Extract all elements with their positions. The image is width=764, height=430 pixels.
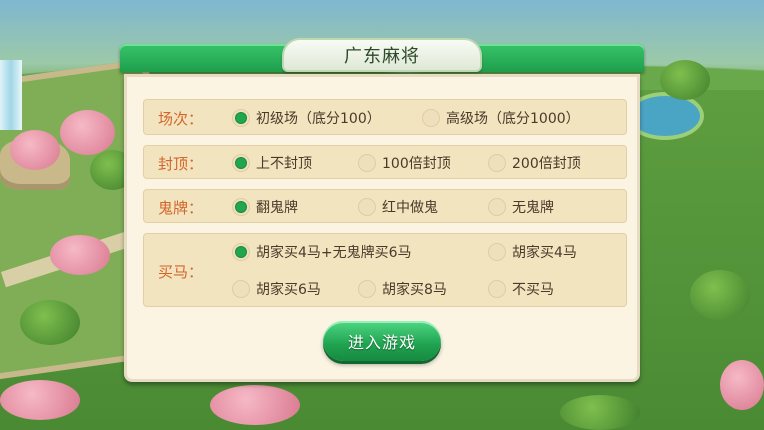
option-no-horse[interactable]: 不买马 [488, 279, 554, 299]
radio-unselected-icon [358, 154, 376, 172]
pink-tree [0, 380, 80, 420]
pink-tree [50, 235, 110, 275]
radio-unselected-icon [358, 280, 376, 298]
pink-tree [10, 130, 60, 170]
option-label: 100倍封顶 [382, 156, 451, 172]
green-tree [660, 60, 710, 100]
option-label: 胡家买8马 [382, 282, 447, 298]
radio-unselected-icon [488, 280, 506, 298]
option-label: 高级场（底分1000） [446, 111, 580, 127]
radio-unselected-icon [488, 198, 506, 216]
option-label: 初级场（底分100） [256, 111, 381, 127]
option-horse-4[interactable]: 胡家买4马 [488, 242, 577, 262]
option-red-dragon-ghost[interactable]: 红中做鬼 [358, 197, 438, 217]
option-label: 红中做鬼 [382, 200, 438, 216]
radio-unselected-icon [358, 198, 376, 216]
score-cap-label: 封顶： [158, 155, 204, 173]
option-label: 胡家买4马 [512, 245, 577, 261]
dialog-title: 广东麻将 [344, 46, 420, 67]
option-cap-200[interactable]: 200倍封顶 [488, 153, 581, 173]
pink-tree [720, 360, 764, 410]
option-advanced-room[interactable]: 高级场（底分1000） [422, 108, 580, 128]
option-label: 200倍封顶 [512, 156, 581, 172]
radio-unselected-icon [488, 243, 506, 261]
title-tab: 广东麻将 [282, 38, 482, 72]
score-cap-row: 封顶： 上不封顶 100倍封顶 200倍封顶 [143, 145, 627, 179]
dialog-body: 场次： 初级场（底分100） 高级场（底分1000） 封顶： 上不封顶 100倍… [124, 74, 640, 382]
option-horse-4-plus-6[interactable]: 胡家买4马+无鬼牌买6马 [232, 242, 412, 262]
pink-tree [60, 110, 115, 155]
option-horse-8[interactable]: 胡家买8马 [358, 279, 447, 299]
room-level-row: 场次： 初级场（底分100） 高级场（底分1000） [143, 99, 627, 135]
option-label: 胡家买6马 [256, 282, 321, 298]
buy-horse-row: 买马： 胡家买4马+无鬼牌买6马 胡家买4马 胡家买6马 胡家买8马 不买马 [143, 233, 627, 307]
ghost-tile-label: 鬼牌： [158, 199, 204, 217]
waterfall [0, 60, 22, 130]
option-no-ghost[interactable]: 无鬼牌 [488, 197, 554, 217]
option-label: 胡家买4马+无鬼牌买6马 [256, 245, 412, 261]
option-label: 无鬼牌 [512, 200, 554, 216]
green-tree [20, 300, 80, 345]
green-tree [560, 395, 640, 430]
green-tree [690, 270, 750, 320]
option-cap-100[interactable]: 100倍封顶 [358, 153, 451, 173]
radio-unselected-icon [488, 154, 506, 172]
radio-unselected-icon [232, 280, 250, 298]
pink-tree [210, 385, 300, 425]
option-flip-ghost[interactable]: 翻鬼牌 [232, 197, 298, 217]
option-label: 翻鬼牌 [256, 200, 298, 216]
radio-selected-icon [232, 198, 250, 216]
room-level-label: 场次： [158, 110, 204, 128]
option-label: 不买马 [512, 282, 554, 298]
radio-selected-icon [232, 109, 250, 127]
option-label: 上不封顶 [256, 156, 312, 172]
option-beginner-room[interactable]: 初级场（底分100） [232, 108, 381, 128]
radio-unselected-icon [422, 109, 440, 127]
enter-game-button[interactable]: 进入游戏 [323, 321, 441, 361]
radio-selected-icon [232, 243, 250, 261]
option-horse-6[interactable]: 胡家买6马 [232, 279, 321, 299]
buy-horse-label: 买马： [158, 263, 204, 281]
room-setup-dialog: 广东麻将 场次： 初级场（底分100） 高级场（底分1000） 封顶： 上不封顶 [120, 38, 644, 388]
ghost-tile-row: 鬼牌： 翻鬼牌 红中做鬼 无鬼牌 [143, 189, 627, 223]
option-no-cap[interactable]: 上不封顶 [232, 153, 312, 173]
radio-selected-icon [232, 154, 250, 172]
